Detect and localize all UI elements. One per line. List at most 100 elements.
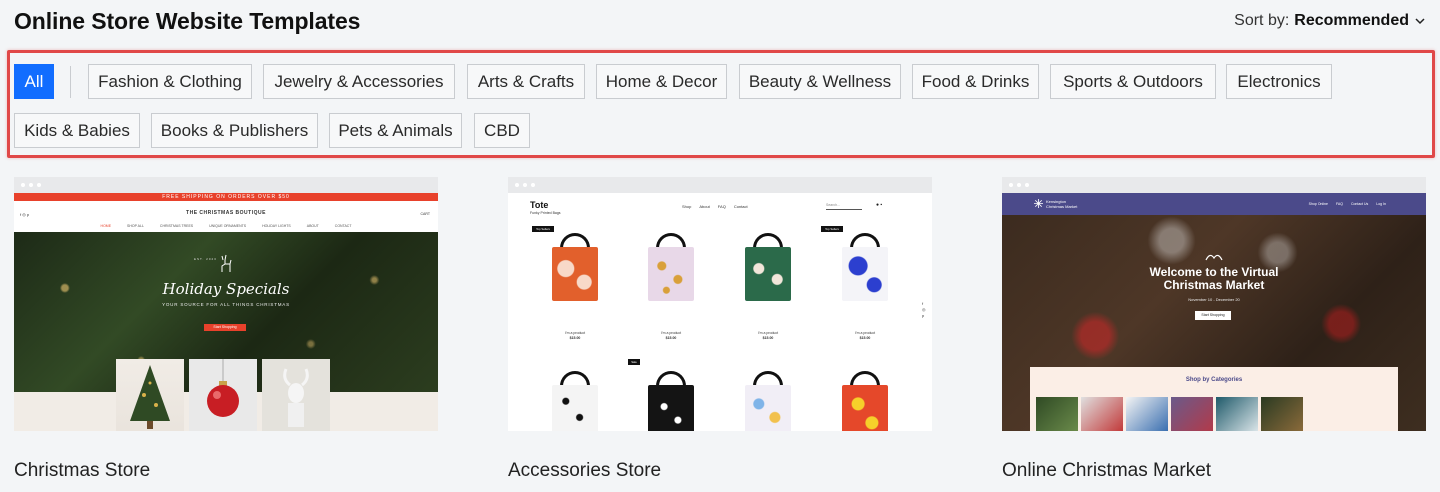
preview-nav-item: FAQ [717, 204, 726, 209]
preview-badge: Sale [628, 359, 640, 365]
template-title[interactable]: Accessories Store [508, 460, 661, 482]
preview-nav: f ◎ p THE CHRISTMAS BOUTIQUE CART HOME S… [14, 201, 438, 232]
preview-badge: Top Sellers [821, 226, 843, 232]
preview-logo: Tote [530, 200, 549, 210]
ornament-icon [207, 359, 239, 417]
preview-badge: Top Sellers [532, 226, 554, 232]
category-tile [1261, 397, 1303, 431]
preview-nav-item: SHOP ALL [127, 224, 144, 228]
template-title[interactable]: Christmas Store [14, 460, 150, 482]
product-bag [842, 247, 888, 301]
preview-nav-links: Shop Online FAQ Contact Us Log In [1309, 202, 1386, 206]
filter-chip[interactable]: CBD [474, 113, 530, 148]
preview-nav-item: HOLIDAY LIGHTS [262, 224, 291, 228]
filter-chip[interactable]: Kids & Babies [14, 113, 140, 148]
product-label: I'm a product $15.00 [660, 331, 682, 340]
preview-nav-item: UNIQUE ORNAMENTS [209, 224, 247, 228]
preview-hero-button: Start Shopping [204, 324, 246, 331]
preview-tile-ornament [189, 359, 257, 431]
preview-hero-dates: November 10 - December 20 [1188, 297, 1240, 302]
template-title[interactable]: Online Christmas Market [1002, 460, 1211, 482]
preview-nav: Kensington Christmas Market Shop Online F… [1002, 193, 1426, 215]
product-label: I'm a product $15.00 [757, 331, 779, 340]
template-card: FREE SHIPPING ON ORDERS OVER $50 f ◎ p T… [14, 177, 438, 481]
filter-chip[interactable]: Jewelry & Accessories [263, 64, 455, 99]
template-thumbnail[interactable]: Kensington Christmas Market Shop Online F… [1002, 177, 1426, 431]
filter-chip[interactable]: Food & Drinks [912, 64, 1039, 99]
preview-nav-item: CHRISTMAS TREES [159, 224, 194, 228]
template-card: Kensington Christmas Market Shop Online F… [1002, 177, 1426, 481]
deer-figurine-icon [283, 368, 309, 427]
product-label: I'm a product $15.00 [854, 331, 876, 340]
preview-tile-tree [116, 359, 184, 431]
christmas-tree-icon [130, 365, 170, 429]
snowflake-icon [1034, 199, 1043, 208]
filter-chip[interactable]: Pets & Animals [329, 113, 462, 148]
reindeer-icon [221, 254, 232, 272]
side-social-icons: f ◎ p [922, 301, 926, 318]
category-tile [1081, 397, 1123, 431]
template-preview: FREE SHIPPING ON ORDERS OVER $50 f ◎ p T… [14, 193, 438, 431]
preview-hero-button: Start Shopping [1195, 311, 1231, 320]
product-label: I'm a product $15.00 [564, 331, 586, 340]
preview-nav-item: FAQ [1335, 202, 1343, 206]
preview-cart: CART [420, 212, 430, 216]
filter-chip[interactable]: Books & Publishers [151, 113, 318, 148]
product-bag [842, 385, 888, 431]
preview-nav-item: About [699, 204, 710, 209]
page-title: Online Store Website Templates [14, 8, 361, 34]
preview-nav-item: CONTACT [334, 224, 352, 228]
sort-dropdown[interactable]: Sort by: Recommended [1234, 12, 1426, 30]
browser-bar [1002, 177, 1426, 193]
category-tile [1126, 397, 1168, 431]
preview-nav-item: Contact Us [1350, 202, 1369, 206]
template-card: Tote Funky Printed Bags Shop About FAQ C… [508, 177, 932, 481]
preview-hero-title: Welcome to the Virtual Christmas Market [1149, 265, 1279, 292]
filter-chip[interactable]: Arts & Crafts [467, 64, 585, 99]
preview-hero-subtitle: YOUR SOURCE FOR ALL THINGS CHRISTMAS [162, 302, 290, 307]
template-preview: Tote Funky Printed Bags Shop About FAQ C… [508, 193, 932, 431]
filter-chip[interactable]: Home & Decor [596, 64, 727, 99]
preview-tile-deer [262, 359, 330, 431]
template-thumbnail[interactable]: FREE SHIPPING ON ORDERS OVER $50 f ◎ p T… [14, 177, 438, 431]
preview-search: Search... [826, 203, 862, 210]
product-bag [648, 385, 694, 431]
preview-tagline: Funky Printed Bags [530, 211, 561, 215]
preview-nav-item: HOME [100, 224, 112, 228]
preview-brand: Kensington Christmas Market [1046, 199, 1078, 209]
preview-hero-title: Holiday Specials [162, 280, 290, 298]
product-bag [745, 247, 791, 301]
chevron-down-icon [1415, 18, 1425, 25]
preview-panel-title: Shop by Categories [1185, 377, 1243, 383]
preview-nav-item: Shop [682, 204, 692, 209]
preview-nav-item: Log In [1376, 202, 1386, 206]
preview-est: EST. 2023 [194, 257, 217, 261]
template-preview: Kensington Christmas Market Shop Online F… [1002, 193, 1426, 431]
filter-chip[interactable]: Fashion & Clothing [88, 64, 252, 99]
sort-label: Sort by: [1234, 12, 1290, 29]
preview-category-panel: Shop by Categories [1030, 367, 1398, 431]
sort-value: Recommended [1294, 12, 1409, 29]
product-bag [648, 247, 694, 301]
template-thumbnail[interactable]: Tote Funky Printed Bags Shop About FAQ C… [508, 177, 932, 431]
product-bag [552, 385, 598, 431]
product-bag [745, 385, 791, 431]
preview-brand: THE CHRISTMAS BOUTIQUE [186, 210, 266, 216]
user-cart-icons: ● ▪ [876, 202, 883, 208]
preview-nav-links: Shop About FAQ Contact [682, 204, 748, 209]
browser-bar [14, 177, 438, 193]
preview-nav-item: Contact [733, 204, 748, 209]
preview-banner: FREE SHIPPING ON ORDERS OVER $50 [14, 193, 438, 201]
filter-chip[interactable]: Beauty & Wellness [739, 64, 901, 99]
product-bag [552, 247, 598, 301]
category-tile [1171, 397, 1213, 431]
category-tile [1036, 397, 1078, 431]
preview-nav-item: ABOUT [306, 224, 319, 228]
filter-chip[interactable]: Electronics [1226, 64, 1332, 99]
preview-nav-links: HOME SHOP ALL CHRISTMAS TREES UNIQUE ORN… [14, 224, 438, 228]
browser-bar [508, 177, 932, 193]
filter-chip[interactable]: Sports & Outdoors [1050, 64, 1216, 99]
preview-nav-item: Shop Online [1308, 202, 1328, 206]
filter-chip-all[interactable]: All [14, 64, 54, 99]
filter-divider [70, 66, 71, 98]
